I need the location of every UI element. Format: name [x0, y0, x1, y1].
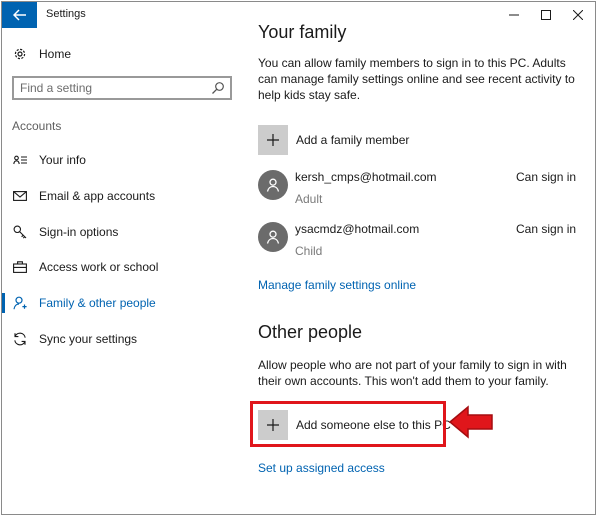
- add-family-member-label: Add a family member: [296, 133, 410, 147]
- sync-icon: [13, 332, 27, 346]
- member-status: Can sign in: [516, 222, 577, 236]
- nav-home[interactable]: Home: [2, 41, 240, 67]
- sidebar-item-your-info[interactable]: Your info: [2, 146, 240, 174]
- sidebar: Home Accounts Your info: [2, 28, 240, 514]
- member-email: ysacmdz@hotmail.com: [295, 222, 420, 236]
- contact-card-icon: [13, 153, 27, 167]
- sidebar-item-sign-in[interactable]: Sign-in options: [2, 218, 240, 246]
- search-icon[interactable]: [211, 81, 225, 95]
- back-button[interactable]: [2, 2, 37, 28]
- manage-family-link[interactable]: Manage family settings online: [258, 278, 416, 292]
- add-family-member-button[interactable]: Add a family member: [258, 125, 409, 155]
- family-member-row[interactable]: kersh_cmps@hotmail.com Adult Can sign in: [258, 170, 583, 210]
- sidebar-item-work[interactable]: Access work or school: [2, 253, 240, 281]
- sidebar-item-label: Family & other people: [39, 296, 156, 310]
- back-arrow-icon: [12, 9, 26, 21]
- search-input[interactable]: [14, 78, 210, 98]
- person-icon: [13, 296, 27, 310]
- other-people-description: Allow people who are not part of your fa…: [258, 358, 567, 388]
- sidebar-item-label: Sync your settings: [39, 332, 138, 346]
- mail-icon: [13, 189, 27, 203]
- member-role: Child: [295, 244, 323, 258]
- avatar: [258, 222, 288, 252]
- briefcase-icon: [13, 260, 27, 274]
- annotation-highlight-box: [250, 401, 446, 447]
- plus-icon: [267, 134, 279, 146]
- member-email: kersh_cmps@hotmail.com: [295, 170, 437, 184]
- gear-icon: [13, 47, 27, 61]
- sidebar-item-label: Email & app accounts: [39, 189, 156, 203]
- person-silhouette-icon: [266, 178, 280, 192]
- sidebar-item-label: Your info: [39, 153, 86, 167]
- person-silhouette-icon: [266, 230, 280, 244]
- search-box[interactable]: [12, 76, 232, 100]
- other-people-heading: Other people: [258, 322, 363, 342]
- avatar: [258, 170, 288, 200]
- section-label-accounts: Accounts: [12, 119, 62, 133]
- window-title: Settings: [46, 8, 86, 20]
- family-description: You can allow family members to sign in …: [258, 56, 575, 102]
- plus-tile: [258, 125, 288, 155]
- family-heading: Your family: [258, 22, 347, 42]
- family-member-row[interactable]: ysacmdz@hotmail.com Child Can sign in: [258, 222, 583, 262]
- sidebar-item-label: Access work or school: [39, 260, 159, 274]
- member-status: Can sign in: [516, 170, 577, 184]
- sidebar-item-label: Sign-in options: [39, 225, 119, 239]
- settings-window: Settings Home Find a setting Accounts Yo…: [1, 1, 596, 515]
- sidebar-item-sync[interactable]: Sync your settings: [2, 325, 240, 353]
- nav-home-label: Home: [39, 47, 72, 61]
- member-role: Adult: [295, 192, 323, 206]
- key-icon: [13, 225, 27, 239]
- sidebar-item-family[interactable]: Family & other people: [2, 289, 240, 317]
- assigned-access-link[interactable]: Set up assigned access: [258, 461, 385, 475]
- annotation-arrow-icon: [448, 405, 493, 439]
- sidebar-item-email[interactable]: Email & app accounts: [2, 182, 240, 210]
